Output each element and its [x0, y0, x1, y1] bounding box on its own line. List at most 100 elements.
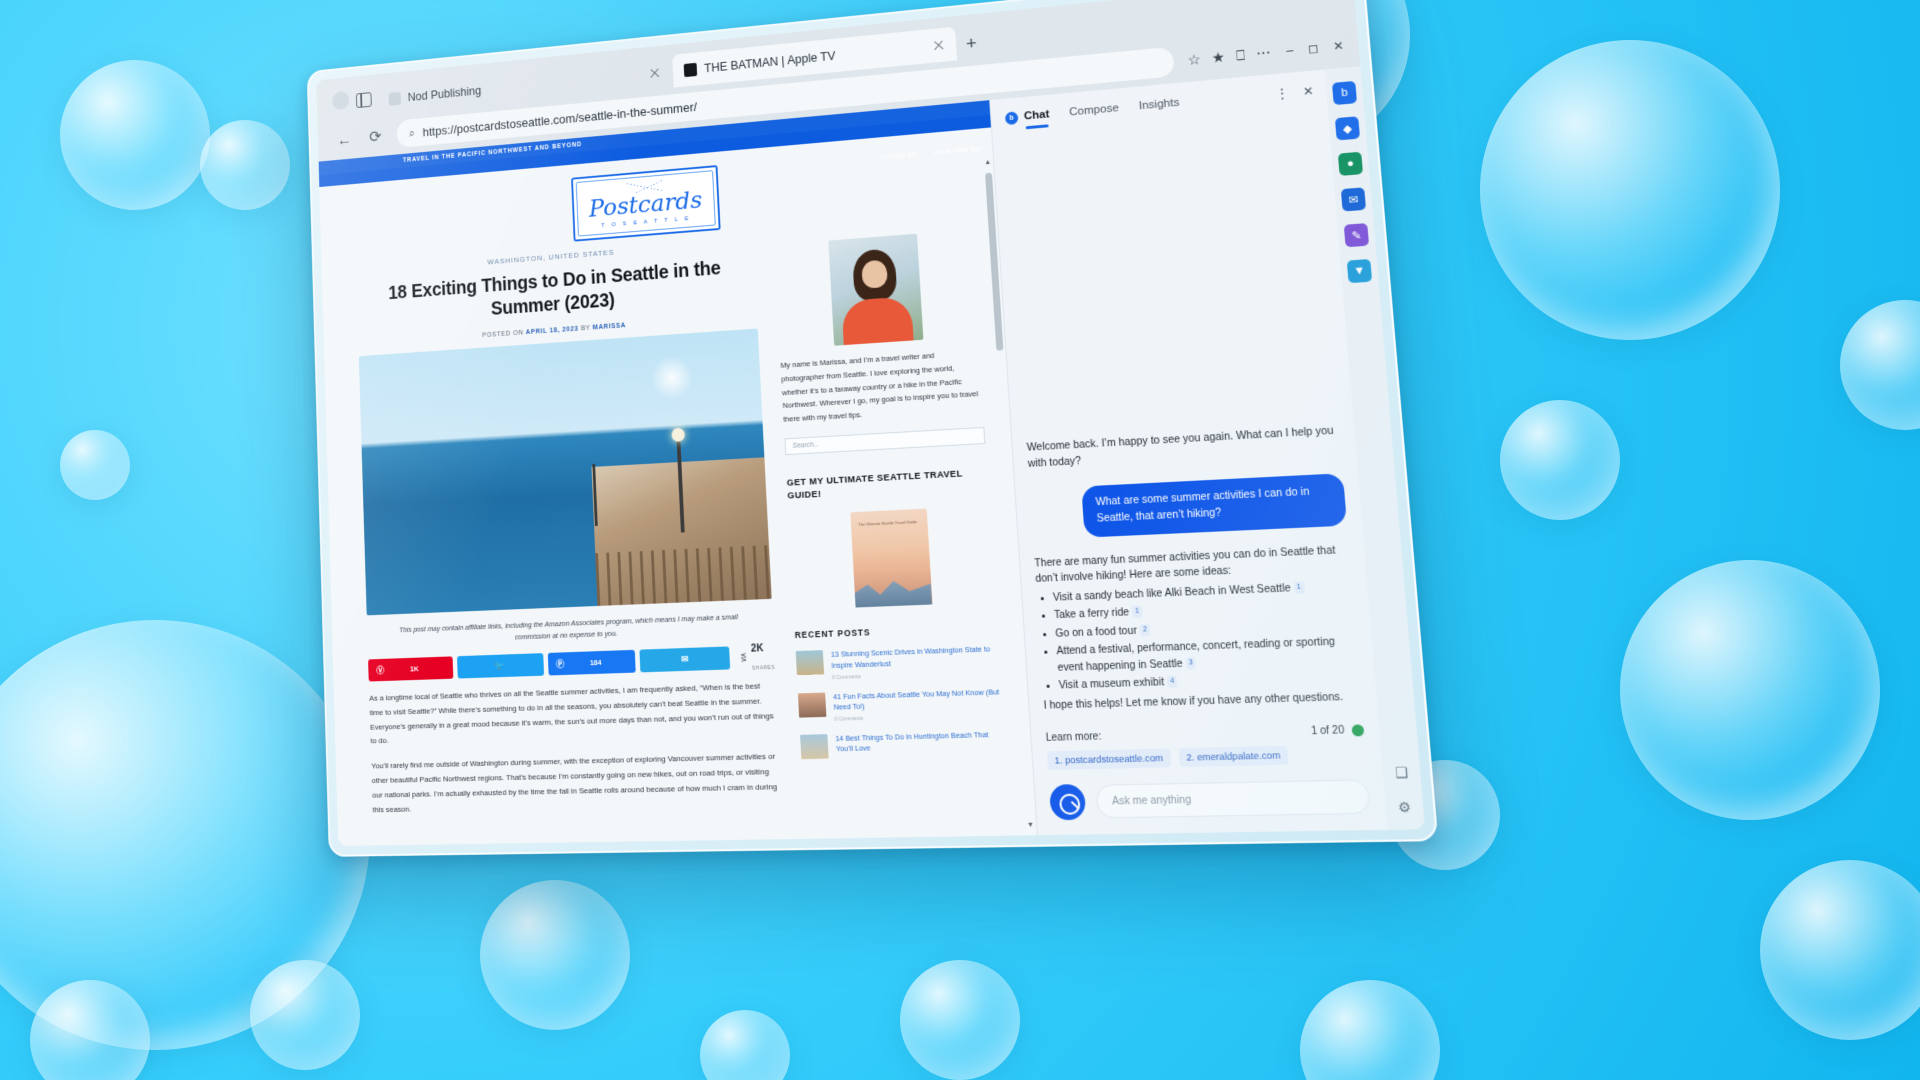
logo-wordmark: Postcards [588, 185, 703, 223]
pinterest-icon: Ⓥ [376, 665, 385, 676]
more-options-icon[interactable]: ⋮ [1275, 86, 1289, 101]
guide-card-text: The Ultimate Seattle Travel Guide [858, 519, 918, 528]
scroll-up-icon[interactable]: ▲ [984, 159, 991, 166]
share-total-label: SHARES [751, 664, 776, 672]
list-item[interactable]: 14 Best Things To Do in Huntington Beach… [800, 729, 1005, 759]
recent-post-comments: 0 Comments [834, 715, 864, 723]
new-tab-button[interactable]: + [958, 33, 986, 61]
maximize-icon[interactable]: ◻ [1307, 41, 1319, 56]
tab-insights[interactable]: Insights [1139, 97, 1181, 119]
byline-author[interactable]: MARISSA [593, 322, 626, 331]
citation-badge[interactable]: 1 [1293, 581, 1305, 595]
chat-composer: Ask me anything [1034, 769, 1387, 835]
author-bio: My name is Marissa, and I’m a travel wri… [780, 350, 979, 424]
twitter-icon: 🐦 [494, 659, 506, 671]
outlook-icon[interactable]: ✉ [1340, 187, 1367, 212]
bing-copilot-icon[interactable]: b [1331, 80, 1358, 106]
close-icon[interactable] [647, 65, 662, 81]
hero-image [358, 328, 772, 616]
share-count: 184 [589, 657, 602, 667]
seattle-thumb [797, 692, 827, 718]
list-item[interactable]: 13 Stunning Scenic Drives in Washington … [795, 644, 1000, 681]
rail-glyph: ▼ [1353, 264, 1366, 278]
apple-tv-favicon [683, 62, 698, 77]
share-total: ⋚ 2K SHARES [734, 643, 775, 671]
share-pinterest[interactable]: Ⓥ 1K [368, 655, 454, 682]
assistant-answer: There are many fun summer activities you… [1034, 542, 1362, 714]
rail-glyph: ◆ [1342, 122, 1353, 136]
minimize-icon[interactable]: – [1286, 43, 1294, 58]
chat-thread: Welcome back. I’m happy to see you again… [992, 104, 1377, 721]
site-logo[interactable]: Postcards T O S E A T T L E [571, 165, 721, 242]
sidebar: My name is Marissa, and I’m a travel wri… [774, 220, 1009, 811]
status-dot-icon [1351, 724, 1365, 737]
share-twitter[interactable]: 🐦 [456, 652, 544, 679]
star-outline-icon[interactable]: ☆ [1187, 50, 1201, 68]
share-email[interactable]: ✉ [639, 645, 731, 672]
close-window-icon[interactable]: ✕ [1332, 38, 1344, 53]
split-screen-icon[interactable]: ❑ [1394, 764, 1408, 782]
logo-subtitle: T O S E A T T L E [601, 215, 692, 229]
byline-date[interactable]: APRIL 18, 2023 [526, 326, 579, 336]
learn-more-label: Learn more: [1045, 731, 1102, 745]
article-paragraph-2: You’ll rarely find me outside of Washing… [371, 752, 778, 815]
chat-input[interactable]: Ask me anything [1095, 779, 1371, 819]
citation-badge[interactable]: 3 [1185, 656, 1197, 670]
facebook-icon: Ⓟ [555, 658, 565, 669]
citation-badge[interactable]: 4 [1166, 675, 1178, 689]
scroll-down-icon[interactable]: ▼ [1027, 822, 1035, 829]
road-thumb [795, 650, 825, 676]
tab-title: Nod Publishing [407, 83, 482, 104]
source-link-1[interactable]: 1. postcardstoseattle.com [1046, 748, 1172, 771]
toolbar-actions: ☆ ★ ⎕ ⋯ – ◻ ✕ [1187, 37, 1344, 69]
list-item[interactable]: 41 Fun Facts About Seattle You May Not K… [797, 687, 1003, 724]
bullet-text: Attend a festival, performance, concert,… [1056, 636, 1336, 674]
source-link-2[interactable]: 2. emeraldpalate.com [1178, 745, 1289, 768]
recent-post-title[interactable]: 13 Stunning Scenic Drives in Washington … [831, 644, 1000, 671]
user-message: What are some summer activities I can do… [1081, 473, 1348, 538]
close-icon[interactable] [930, 37, 946, 54]
more-icon[interactable]: ⋯ [1256, 44, 1272, 62]
copilot-panel: b Chat Compose Insights ⋮ ✕ Welcome back… [989, 69, 1388, 836]
rail-glyph: ✎ [1351, 229, 1362, 243]
mountain-icon [625, 180, 663, 195]
window-controls[interactable]: – ◻ ✕ [1286, 38, 1345, 57]
citation-badge[interactable]: 1 [1131, 605, 1143, 619]
tab-chat[interactable]: b Chat [1004, 108, 1050, 131]
beach-thumb [800, 733, 829, 759]
search-icon: ⌕ [408, 125, 415, 140]
conversation-pager: 1 of 20 [1311, 724, 1365, 737]
author-portrait [827, 233, 923, 346]
tab-label: Chat [1023, 108, 1050, 123]
close-panel-icon[interactable]: ✕ [1302, 84, 1314, 99]
generic-favicon [388, 91, 402, 106]
drop-icon[interactable]: ▼ [1346, 258, 1373, 284]
share-total-value: 2K [750, 643, 764, 655]
share-icon: ⋚ [740, 652, 747, 662]
travel-guide-cover[interactable]: The Ultimate Seattle Travel Guide [849, 508, 932, 608]
laptop-device: Nod Publishing THE BATMAN | Apple TV + ←… [306, 0, 1439, 857]
citation-badge[interactable]: 2 [1139, 623, 1151, 637]
bing-badge-icon: b [1004, 110, 1019, 125]
pager-text: 1 of 20 [1310, 724, 1345, 738]
recent-post-title[interactable]: 14 Best Things To Do in Huntington Beach… [835, 729, 1005, 755]
collections-icon[interactable]: ⎕ [1235, 46, 1245, 64]
bullet-text: Go on a food tour [1054, 625, 1138, 640]
search-input[interactable]: Search... [784, 426, 986, 456]
tab-actions-dot[interactable] [331, 90, 350, 111]
settings-gear-icon[interactable]: ⚙ [1397, 799, 1411, 817]
email-icon: ✉ [680, 653, 689, 664]
office-icon[interactable]: ● [1337, 151, 1364, 176]
edit-icon[interactable]: ✎ [1343, 223, 1370, 248]
rail-glyph: b [1340, 86, 1349, 100]
share-facebook[interactable]: Ⓟ 184 [547, 649, 637, 676]
recent-post-title[interactable]: 41 Fun Facts About Seattle You May Not K… [833, 687, 1002, 714]
sun-glare [649, 354, 695, 402]
favorites-icon[interactable]: ★ [1211, 48, 1225, 66]
back-icon[interactable]: ← [335, 130, 354, 149]
bullet-text: Take a ferry ride [1053, 607, 1130, 622]
reload-icon[interactable]: ⟳ [366, 127, 385, 145]
tab-layout-icon[interactable] [355, 92, 372, 109]
copilot-avatar[interactable] [1048, 783, 1087, 821]
shopping-icon[interactable]: ◆ [1334, 116, 1361, 141]
